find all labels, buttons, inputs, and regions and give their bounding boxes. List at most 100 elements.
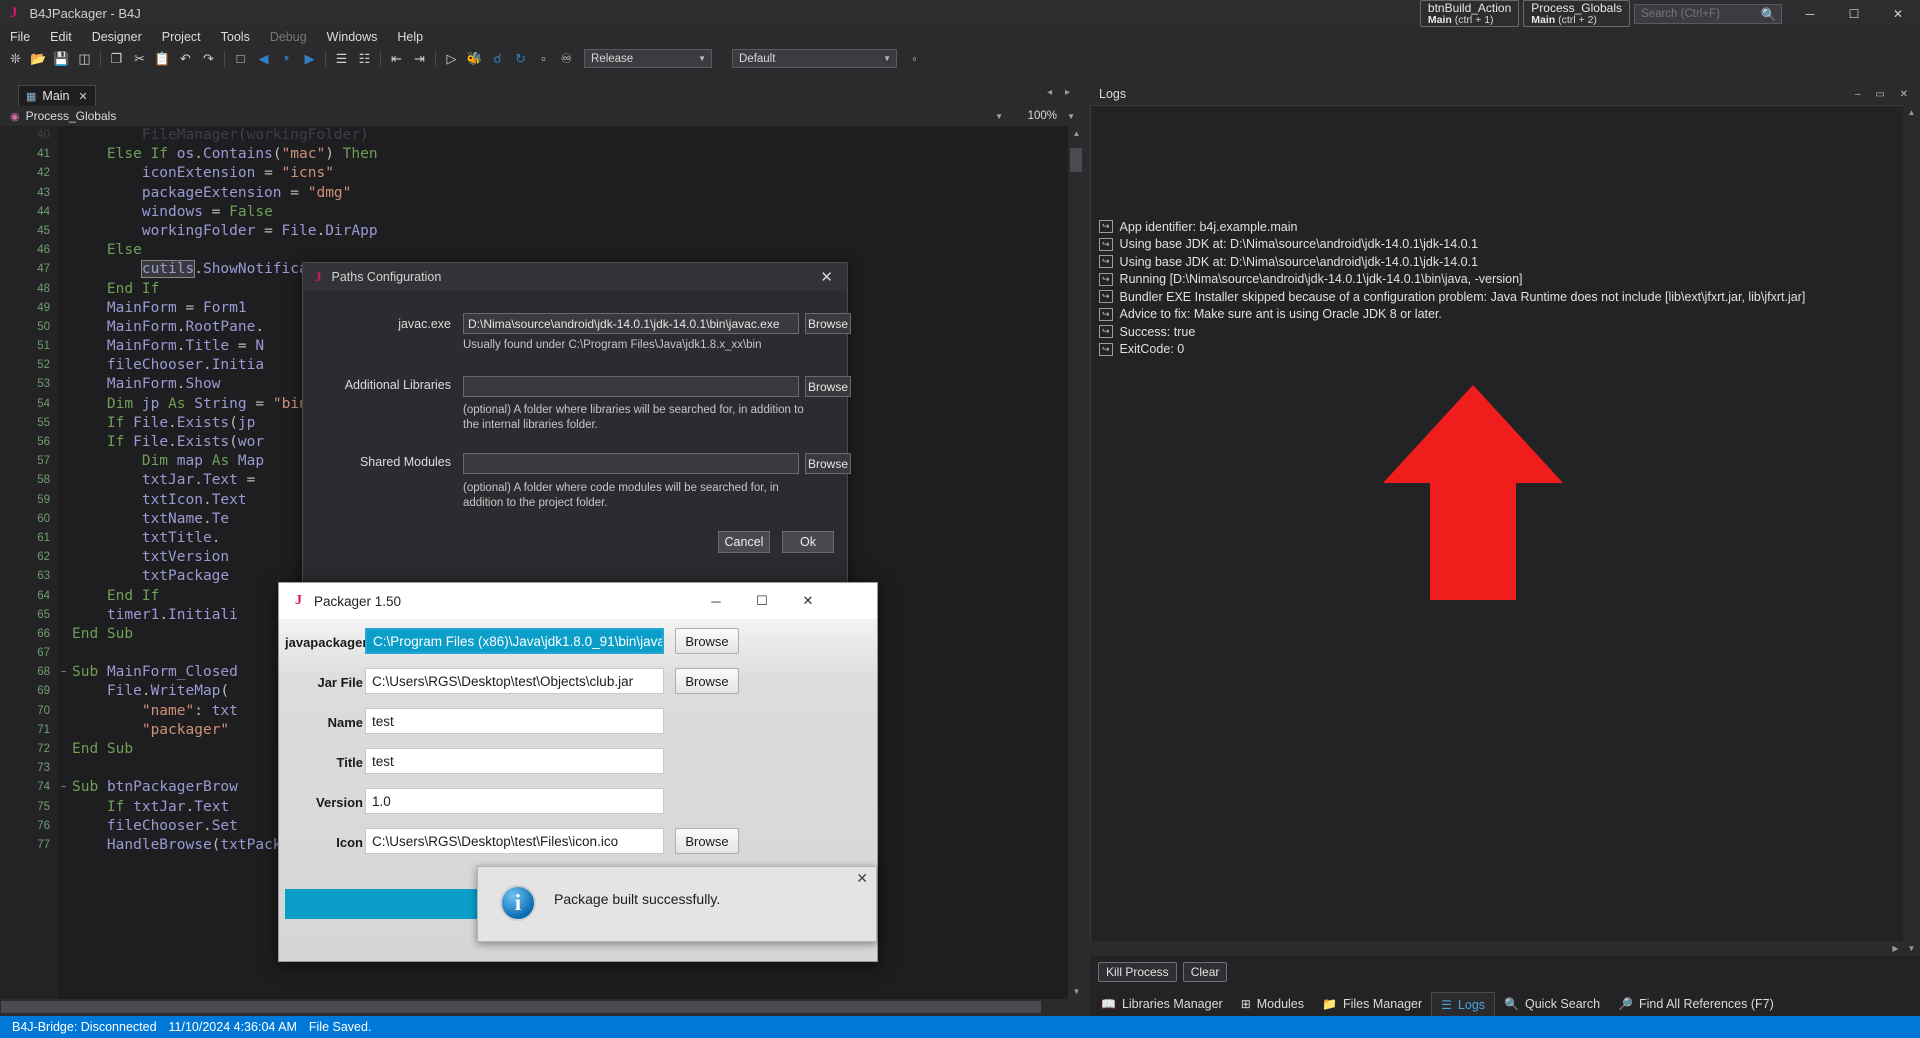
menu-item-tools[interactable]: Tools — [211, 30, 260, 44]
menu-item-help[interactable]: Help — [387, 30, 433, 44]
bottom-tab-libraries-manager[interactable]: 📖Libraries Manager — [1092, 992, 1232, 1016]
javapackager-browse-button[interactable]: Browse — [675, 628, 739, 654]
navigate-back-icon[interactable]: ◀ — [254, 49, 273, 68]
new-project-icon[interactable]: ❊ — [6, 49, 25, 68]
menu-item-designer[interactable]: Designer — [82, 30, 152, 44]
additional-libraries-browse-button[interactable]: Browse — [805, 376, 851, 397]
window-maximize-button[interactable]: ☐ — [1832, 0, 1876, 27]
clear-logs-button[interactable]: Clear — [1183, 962, 1228, 982]
build-configuration-select[interactable]: Release ▼ — [584, 49, 712, 68]
scroll-right-icon[interactable]: ▶ — [1888, 941, 1903, 956]
additional-libraries-input[interactable] — [463, 376, 799, 397]
navigate-forward-icon[interactable]: ▶ — [300, 49, 319, 68]
jar-file-browse-button[interactable]: Browse — [675, 668, 739, 694]
run-icon[interactable]: ▷ — [442, 49, 461, 68]
indent-icon[interactable]: ⇥ — [410, 49, 429, 68]
panel-toggle-icon[interactable]: ▫ — [534, 49, 553, 68]
shared-modules-input[interactable] — [463, 453, 799, 474]
zoom-chevron-icon[interactable]: ▼ — [1067, 112, 1075, 121]
logs-horizontal-scrollbar[interactable]: ▶ — [1090, 941, 1903, 956]
debug-icon[interactable]: 🐝 — [465, 49, 484, 68]
scroll-up-icon[interactable]: ▲ — [1903, 105, 1920, 120]
logs-title: Logs — [1099, 87, 1126, 101]
scroll-down-icon[interactable]: ▼ — [1903, 941, 1920, 956]
config-select[interactable]: Default ▼ — [732, 49, 897, 68]
editor-vscroll-thumb[interactable] — [1070, 148, 1082, 172]
window-close-button[interactable]: ✕ — [1876, 0, 1920, 27]
close-icon[interactable]: ✕ — [820, 268, 833, 286]
tab-nav-arrows[interactable]: ◂ ▸ — [1047, 87, 1075, 98]
search-input[interactable] — [1635, 8, 1755, 20]
window-minimize-button[interactable]: ─ — [1788, 0, 1832, 27]
jar-file-input[interactable]: C:\Users\RGS\Desktop\test\Objects\club.j… — [365, 668, 664, 694]
bottom-tab-label: Libraries Manager — [1122, 997, 1223, 1011]
scroll-up-icon[interactable]: ▲ — [1068, 126, 1085, 141]
menu-item-project[interactable]: Project — [152, 30, 211, 44]
editor-tab-main[interactable]: ▦ Main ✕ — [18, 85, 96, 106]
packager-maximize-button[interactable]: ☐ — [739, 583, 785, 619]
search-icon[interactable]: 🔍 — [1761, 7, 1777, 23]
title-input[interactable]: test — [365, 748, 664, 774]
version-input[interactable]: 1.0 — [365, 788, 664, 814]
logs-vertical-scrollbar[interactable]: ▲ ▼ — [1903, 105, 1920, 956]
icon-browse-button[interactable]: Browse — [675, 828, 739, 854]
bottom-tab-logs[interactable]: ☰Logs — [1431, 992, 1495, 1016]
kill-process-button[interactable]: Kill Process — [1098, 962, 1177, 982]
paths-cancel-button[interactable]: Cancel — [718, 531, 770, 553]
logs-header-controls[interactable]: ‒ ▭ ✕ — [1855, 89, 1914, 100]
editor-horizontal-scrollbar[interactable] — [0, 999, 1085, 1016]
code-line: 42 iconExtension = "icns" — [0, 164, 1085, 183]
sub-selector-bar: ◉ Process_Globals ▼ 100% ▼ — [0, 106, 1085, 126]
packager-close-button[interactable]: ✕ — [785, 583, 831, 619]
search-box[interactable]: 🔍 — [1634, 4, 1782, 24]
javapackager-path-input[interactable]: C:\Program Files (x86)\Java\jdk1.8.0_91\… — [365, 628, 664, 654]
scroll-down-icon[interactable]: ▼ — [1068, 984, 1085, 999]
paths-ok-button[interactable]: Ok — [782, 531, 834, 553]
undo-icon[interactable]: ↶ — [176, 49, 195, 68]
recent-jump-btn-process-globals[interactable]: Process_Globals Main (ctrl + 2) — [1523, 0, 1630, 27]
name-input[interactable]: test — [365, 708, 664, 734]
packager-minimize-button[interactable]: ─ — [693, 583, 739, 619]
paste-icon[interactable]: 📋 — [153, 49, 172, 68]
toolbar-separator — [224, 51, 225, 67]
refresh-icon[interactable]: ↻ — [511, 49, 530, 68]
cut-icon[interactable]: ✂ — [130, 49, 149, 68]
recent-jump-btn-build-action[interactable]: btnBuild_Action Main (ctrl + 1) — [1420, 0, 1519, 27]
bottom-tab-find-all-references-f7[interactable]: 🔎Find All References (F7) — [1609, 992, 1783, 1016]
close-icon[interactable]: ✕ — [79, 90, 88, 103]
search-references-icon[interactable]: ☌ — [488, 49, 507, 68]
comment-icon[interactable]: ☰ — [332, 49, 351, 68]
stop-icon[interactable]: □ — [231, 49, 250, 68]
menu-item-edit[interactable]: Edit — [40, 30, 82, 44]
save-as-icon[interactable]: ◫ — [75, 49, 94, 68]
uncomment-icon[interactable]: ☷ — [355, 49, 374, 68]
menu-item-file[interactable]: File — [0, 30, 40, 44]
open-project-icon[interactable]: 📂 — [29, 49, 48, 68]
copy-icon[interactable]: ❐ — [107, 49, 126, 68]
fold-toggle-icon[interactable]: − — [58, 778, 69, 797]
bottom-tab-files-manager[interactable]: 📁Files Manager — [1313, 992, 1431, 1016]
code-text: If File.Exists(jp — [72, 414, 255, 433]
menu-item-windows[interactable]: Windows — [317, 30, 388, 44]
outdent-icon[interactable]: ⇤ — [387, 49, 406, 68]
bottom-tab-quick-search[interactable]: 🔍Quick Search — [1495, 992, 1609, 1016]
navigate-back-dropdown-icon[interactable]: ▼ — [277, 49, 296, 68]
clean-icon[interactable]: ♾ — [557, 49, 576, 68]
icon-input[interactable]: C:\Users\RGS\Desktop\test\Files\icon.ico — [365, 828, 664, 854]
javac-browse-button[interactable]: Browse — [805, 313, 851, 334]
save-icon[interactable]: 💾 — [52, 49, 71, 68]
sub-selector-value[interactable]: Process_Globals — [26, 109, 117, 123]
fold-toggle-icon[interactable]: − — [58, 663, 69, 682]
close-icon[interactable]: ✕ — [856, 870, 868, 887]
config-extra-icon[interactable]: ◦ — [905, 49, 924, 68]
shared-modules-browse-button[interactable]: Browse — [805, 453, 851, 474]
editor-hscroll-thumb[interactable] — [1, 1001, 1041, 1013]
log-text: Success: true — [1120, 325, 1196, 339]
javac-path-input[interactable]: D:\Nima\source\android\jdk-14.0.1\jdk-14… — [463, 313, 799, 334]
redo-icon[interactable]: ↷ — [199, 49, 218, 68]
bottom-tab-modules[interactable]: ⊞Modules — [1232, 992, 1313, 1016]
editor-vertical-scrollbar[interactable]: ▲ ▼ — [1068, 126, 1085, 999]
chevron-down-icon[interactable]: ▼ — [995, 112, 1003, 121]
recent-sub: Main (ctrl + 1) — [1428, 15, 1511, 26]
log-entry: ↪Success: true — [1091, 323, 1919, 341]
